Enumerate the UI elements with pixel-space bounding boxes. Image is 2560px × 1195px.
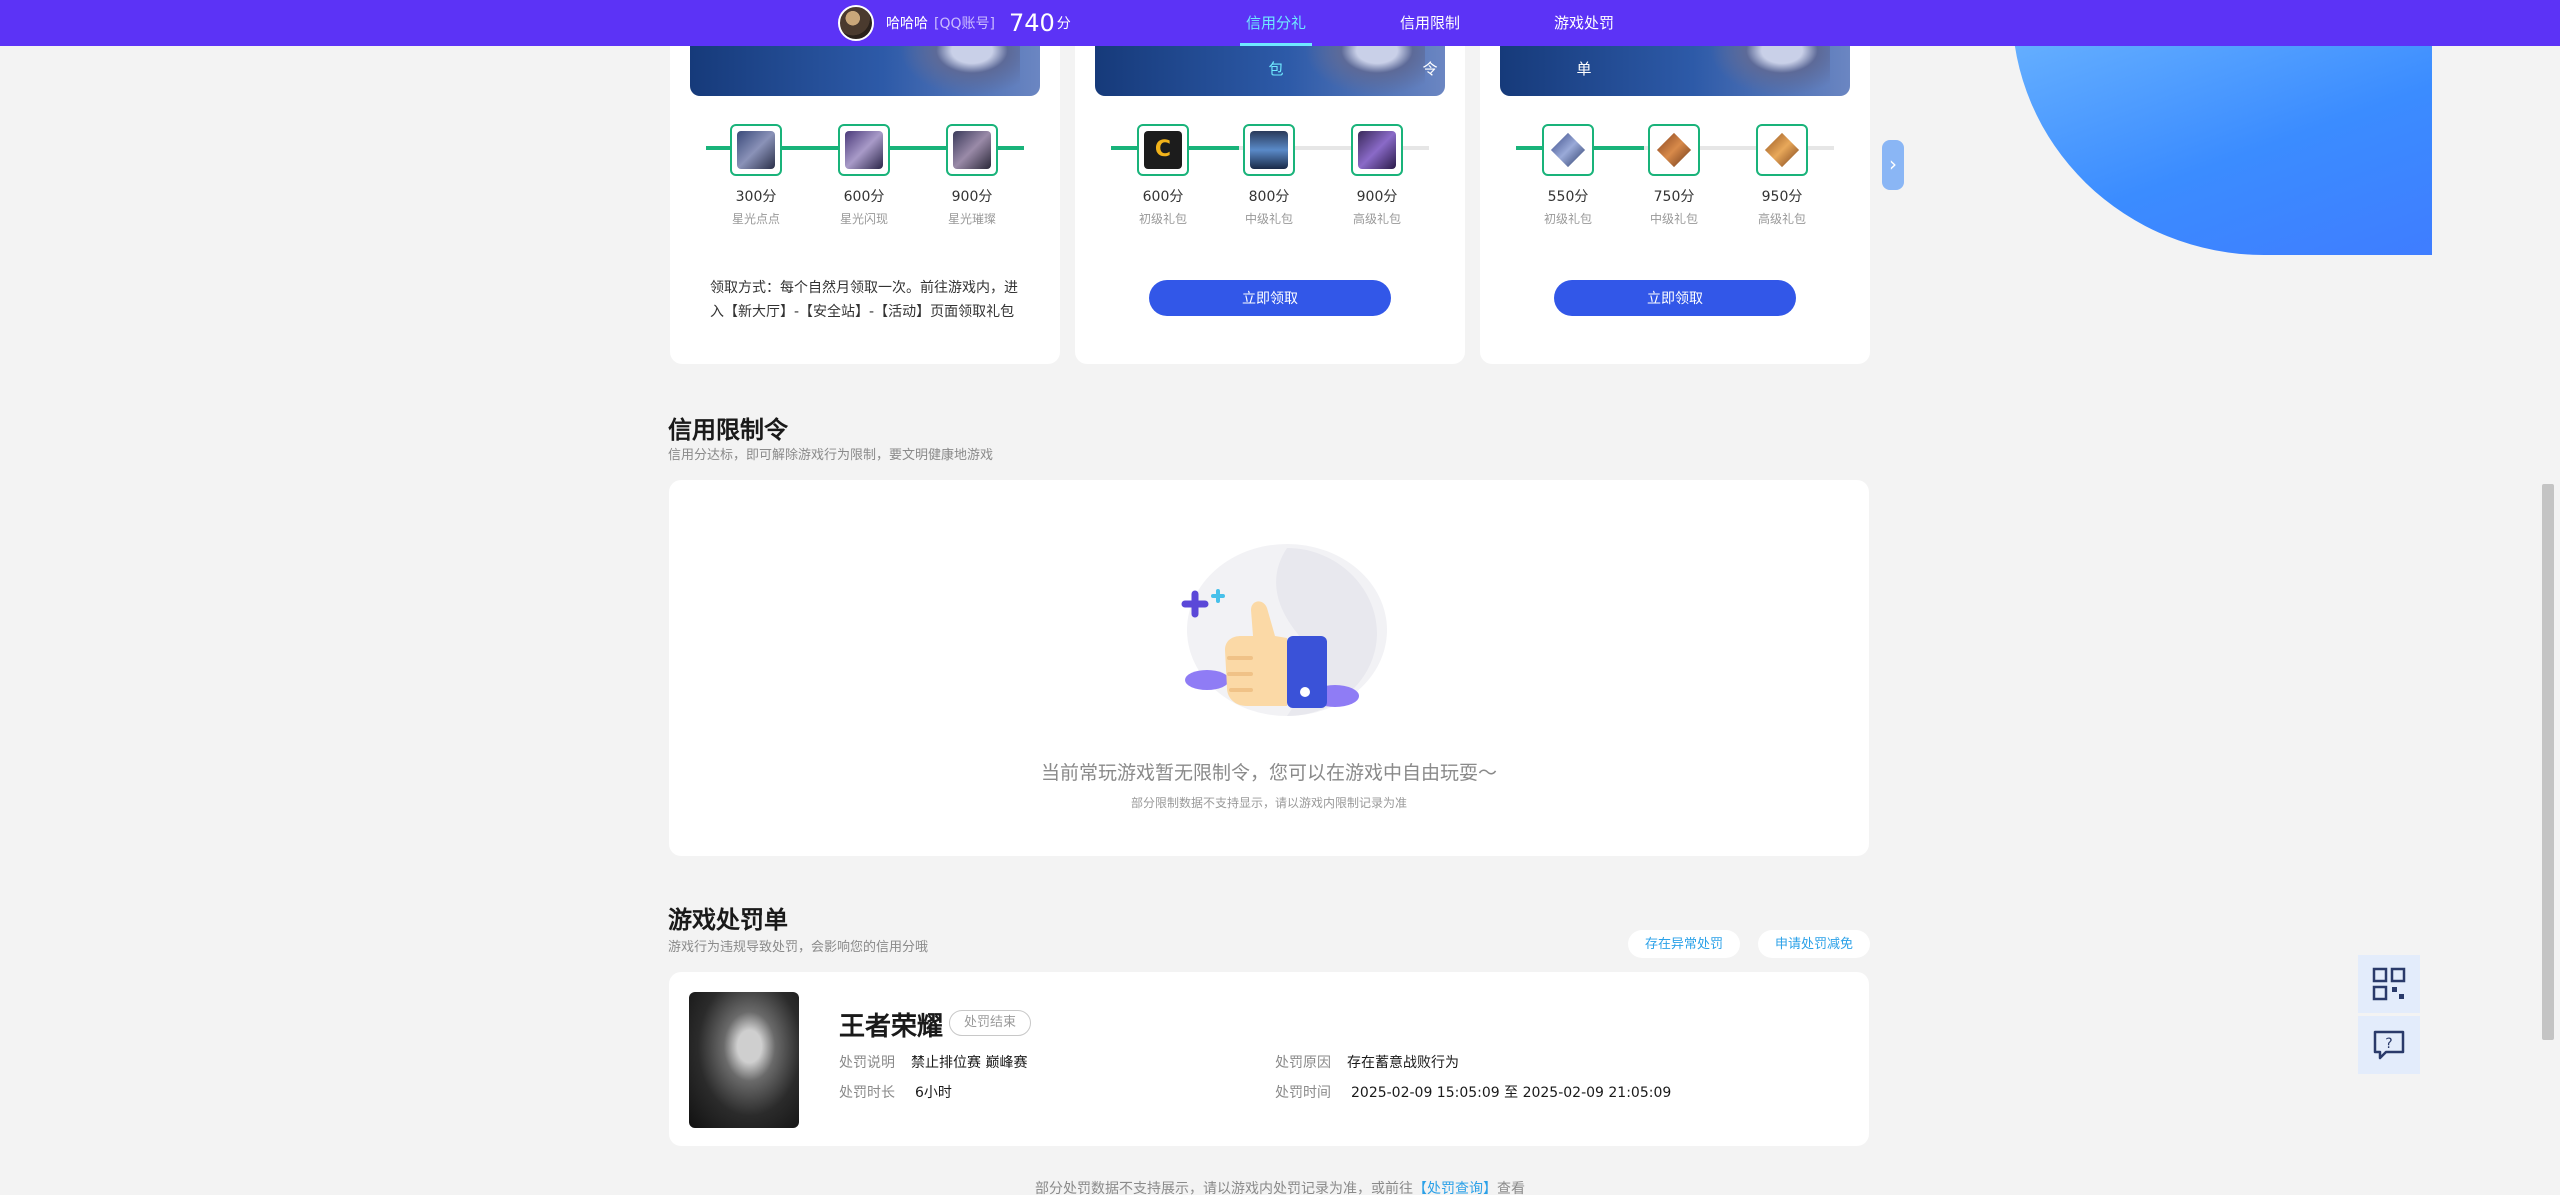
tab-credit-gift[interactable]: 信用分礼包 — [1240, 0, 1312, 78]
gift-tier[interactable]: 600分 星光闪现 — [838, 124, 890, 227]
gift-tier-icon — [1358, 131, 1396, 169]
penalty-card: 王者荣耀 处罚结束 处罚说明 禁止排位赛 巅峰赛 处罚时长 6小时 处罚原因 存… — [669, 972, 1869, 1146]
empty-state-note: 部分限制数据不支持显示，请以游戏内限制记录为准 — [1130, 796, 1407, 810]
tier-name: 星光点点 — [731, 212, 780, 226]
abnormal-penalty-button[interactable]: 存在异常处罚 — [1628, 930, 1740, 958]
game-thumbnail — [689, 992, 799, 1128]
restriction-section-subtitle: 信用分达标，即可解除游戏行为限制，要文明健康地游戏 — [668, 448, 994, 463]
page-scrollbar[interactable] — [2542, 484, 2554, 1040]
gift-tier-icon — [1550, 132, 1586, 168]
tier-name: 初级礼包 — [1543, 212, 1592, 226]
gift-tier[interactable]: 900分 高级礼包 — [1351, 124, 1403, 227]
penalty-reason-label: 处罚原因 — [1275, 1055, 1331, 1071]
tab-credit-restriction[interactable]: 信用限制令 — [1394, 0, 1466, 78]
penalty-time-value: 2025-02-09 15:05:09 至 2025-02-09 21:05:0… — [1351, 1085, 1672, 1101]
restriction-card: 当前常玩游戏暂无限制令，您可以在游戏中自由玩耍～ 部分限制数据不支持显示，请以游… — [669, 480, 1869, 856]
tier-points: 600分 — [843, 189, 885, 205]
tier-points: 750分 — [1653, 189, 1695, 205]
tier-name: 星光闪现 — [839, 212, 888, 226]
tier-name: 初级礼包 — [1138, 212, 1187, 226]
top-navigation: 哈哈哈 [QQ账号] 740 分 信用分礼包 信用限制令 游戏处罚单 — [0, 0, 2560, 78]
footer-text: 部分处罚数据不支持展示，请以游戏内处罚记录为准，或前往 — [1035, 1181, 1413, 1195]
gift-tier-icon — [1250, 131, 1288, 169]
gift-tier-icon: C — [1144, 131, 1182, 169]
restriction-section-title: 信用限制令 — [668, 416, 788, 444]
qrcode-icon — [2372, 967, 2406, 1001]
appeal-penalty-button[interactable]: 申请处罚减免 — [1758, 930, 1870, 958]
gift-tier[interactable]: 950分 高级礼包 — [1756, 124, 1808, 227]
gift-card: 300分 星光点点 600分 星光闪现 900分 星光璀璨 领取方式：每个自然月… — [670, 20, 1060, 364]
penalty-duration-value: 6小时 — [915, 1085, 952, 1101]
status-badge: 处罚结束 — [949, 1010, 1032, 1036]
penalty-section-title: 游戏处罚单 — [668, 906, 788, 934]
credit-score-unit: 分 — [1056, 16, 1071, 32]
claim-now-button[interactable]: 立即领取 — [1554, 280, 1796, 316]
penalty-footer-note: 部分处罚数据不支持展示，请以游戏内处罚记录为准，或前往【处罚查询】查看 — [0, 1178, 2560, 1195]
thumbs-up-icon — [1181, 544, 1387, 716]
username: 哈哈哈 — [886, 16, 928, 32]
gift-tier[interactable]: 900分 星光璀璨 — [946, 124, 998, 227]
tab-game-penalty[interactable]: 游戏处罚单 — [1548, 0, 1620, 78]
empty-state-message: 当前常玩游戏暂无限制令，您可以在游戏中自由玩耍～ — [1040, 762, 1497, 784]
penalty-section-subtitle: 游戏行为违规导致处罚，会影响您的信用分哦 — [668, 940, 929, 955]
gift-tier-icon — [1656, 132, 1692, 168]
gift-tier[interactable]: 300分 星光点点 — [730, 124, 782, 227]
tier-name: 中级礼包 — [1244, 212, 1293, 226]
tier-name: 高级礼包 — [1757, 212, 1806, 226]
chevron-right-icon: › — [1889, 152, 1897, 176]
tier-points: 950分 — [1761, 189, 1803, 205]
footer-text-suffix: 查看 — [1497, 1181, 1525, 1195]
claim-instructions: 领取方式：每个自然月领取一次。前往游戏内，进入【新大厅】-【安全站】-【活动】页… — [710, 280, 1018, 320]
tier-points: 900分 — [1356, 189, 1398, 205]
tier-points: 600分 — [1142, 189, 1184, 205]
gift-tier-icon — [737, 131, 775, 169]
qrcode-button[interactable] — [2358, 955, 2420, 1013]
tier-points: 900分 — [951, 189, 993, 205]
carousel-next-button[interactable]: › — [1882, 140, 1904, 190]
penalty-reason-value: 存在蓄意战败行为 — [1347, 1055, 1459, 1071]
penalty-desc-value: 禁止排位赛 巅峰赛 — [911, 1055, 1028, 1071]
gift-tier[interactable]: 800分 中级礼包 — [1243, 124, 1295, 227]
gift-tier-icon — [845, 131, 883, 169]
tier-points: 300分 — [735, 189, 777, 205]
game-name: 王者荣耀 — [839, 1012, 944, 1042]
gift-tier[interactable]: C 600分 初级礼包 — [1137, 124, 1189, 227]
avatar[interactable] — [838, 5, 874, 41]
gift-tier-icon — [953, 131, 991, 169]
gift-tier[interactable]: 750分 中级礼包 — [1648, 124, 1700, 227]
gift-tier[interactable]: 550分 初级礼包 — [1542, 124, 1594, 227]
help-chat-icon: ? — [2373, 1030, 2405, 1060]
gift-tier-icon — [1764, 132, 1800, 168]
tier-name: 星光璀璨 — [947, 212, 996, 226]
penalty-query-link[interactable]: 【处罚查询】 — [1413, 1181, 1497, 1195]
tier-name: 高级礼包 — [1352, 212, 1401, 226]
account-type: [QQ账号] — [934, 16, 995, 32]
gift-card: 550分 初级礼包 750分 中级礼包 950分 高级礼包 立即领取 — [1480, 20, 1870, 364]
penalty-time-label: 处罚时间 — [1275, 1085, 1331, 1101]
user-info: 哈哈哈 [QQ账号] 740 分 — [838, 4, 1071, 42]
claim-now-button[interactable]: 立即领取 — [1149, 280, 1391, 316]
tier-points: 550分 — [1547, 189, 1589, 205]
penalty-duration-label: 处罚时长 — [839, 1085, 895, 1101]
tier-points: 800分 — [1248, 189, 1290, 205]
help-button[interactable]: ? — [2358, 1016, 2420, 1074]
svg-text:?: ? — [2385, 1036, 2392, 1052]
penalty-desc-label: 处罚说明 — [839, 1055, 895, 1071]
credit-score: 740 — [1008, 9, 1055, 37]
tier-name: 中级礼包 — [1649, 212, 1698, 226]
